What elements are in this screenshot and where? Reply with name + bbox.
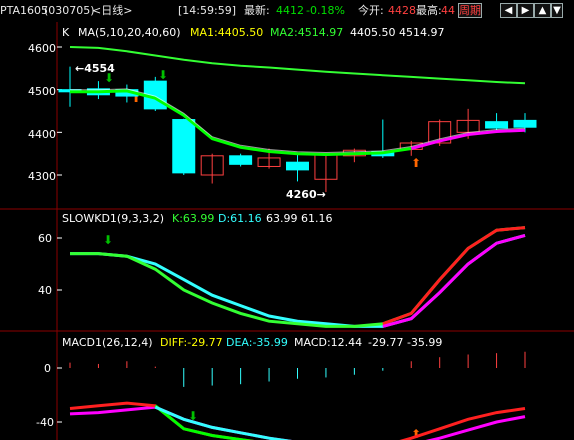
- ma2-value: MA2:4514.97: [270, 26, 343, 39]
- price-tick: 4500: [28, 85, 56, 98]
- sell-arrow-icon: ⬇: [103, 233, 113, 247]
- price-tick: 4400: [28, 128, 56, 141]
- change-percent: -0.18%: [306, 4, 345, 17]
- last-price-value: 4412: [276, 4, 304, 17]
- period-label: <日线>: [92, 4, 133, 17]
- k-label: K: [62, 26, 70, 39]
- zoom-out-button[interactable]: ▼: [551, 3, 563, 18]
- kd-tick: 60: [38, 232, 52, 245]
- next-button[interactable]: ▶: [517, 3, 534, 18]
- high-label: 最高:: [416, 4, 442, 17]
- kd-title: SLOWKD1(9,3,3,2): [62, 212, 164, 225]
- macd-hist-value: MACD:12.44: [294, 336, 362, 349]
- symbol-code: (030705): [44, 4, 95, 17]
- kd-tick: 40: [38, 284, 52, 297]
- buy-arrow-icon: ⬆: [411, 156, 421, 170]
- quote-header: PTA1605 (030705) <日线> [14:59:59] 最新: 441…: [0, 0, 574, 22]
- kd-d-line-rising: [382, 233, 526, 328]
- macd-dea-value: DEA:-35.99: [226, 336, 288, 349]
- macd-diff-value: DIFF:-29.77: [160, 336, 223, 349]
- kd-extra-values: 63.99 61.16: [266, 212, 332, 225]
- macd-tick: 0: [44, 362, 51, 375]
- candle-body: [286, 161, 309, 171]
- kd-k-value: K:63.99: [172, 212, 214, 225]
- candle-body: [485, 121, 509, 129]
- low-marker: 4260→: [286, 188, 326, 201]
- kd-d-line: [70, 233, 526, 328]
- kd-d-value: D:61.16: [218, 212, 262, 225]
- zoom-in-button[interactable]: ▲: [534, 3, 551, 18]
- plot-layer: [57, 46, 537, 440]
- symbol-name: PTA1605: [0, 4, 49, 17]
- sell-arrow-icon: ⬇: [158, 68, 168, 82]
- macd-tick: -40: [36, 416, 54, 429]
- candle-body: [513, 119, 537, 128]
- ma-long-line: [69, 46, 526, 85]
- macd-extra-values: -29.77 -35.99: [368, 336, 442, 349]
- ma-extra-values: 4405.50 4514.97: [350, 26, 444, 39]
- candle-body: [229, 155, 253, 165]
- period-button[interactable]: 周期: [458, 3, 482, 18]
- macd-title: MACD1(26,12,4): [62, 336, 153, 349]
- ma-params: MA(5,10,20,40,60): [78, 26, 181, 39]
- open-value: 4428: [388, 4, 416, 17]
- candle-body: [172, 119, 196, 174]
- last-price-label: 最新:: [244, 4, 270, 17]
- price-tick: 4300: [28, 170, 56, 183]
- open-label: 今开:: [358, 4, 384, 17]
- ma1-value: MA1:4405.50: [190, 26, 263, 39]
- time-label: [14:59:59]: [178, 4, 236, 17]
- sell-arrow-icon: ⬇: [104, 71, 114, 85]
- prev-button[interactable]: ◀: [500, 3, 517, 18]
- price-tick: 4600: [28, 42, 56, 55]
- kline-chart[interactable]: K MA(5,10,20,40,60) MA1:4405.50 MA2:4514…: [0, 22, 574, 440]
- high-value: 44: [441, 4, 455, 17]
